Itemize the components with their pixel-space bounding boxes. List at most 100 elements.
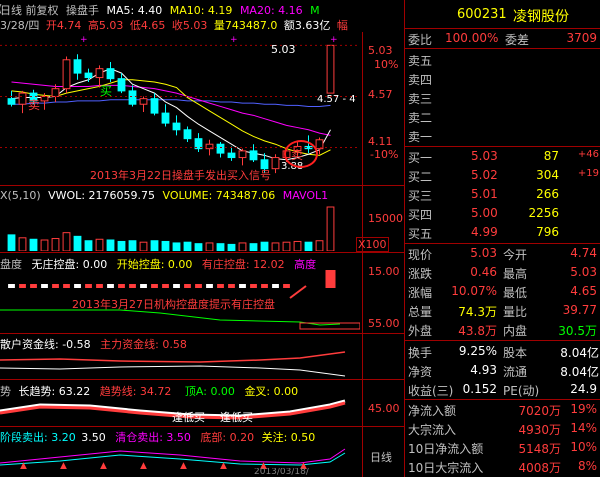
stat-label: 股本	[503, 346, 528, 360]
control-bar	[195, 284, 202, 288]
candle-body	[73, 59, 82, 74]
control-bar	[96, 284, 103, 288]
volume-bar	[139, 241, 148, 251]
control-note: 2013年3月27日机构控盘度提示有庄控盘	[72, 298, 275, 311]
volume-bar	[205, 242, 214, 251]
high-price-label: 5.03	[271, 43, 296, 56]
ask-label: 卖二	[408, 111, 433, 125]
stat-value: 30.5万	[558, 324, 597, 338]
flow-label: 10日大宗流入	[408, 461, 484, 475]
stat-value: 9.25%	[458, 344, 497, 358]
volume-bar	[249, 243, 258, 251]
price-tick-pct-down: -10%	[370, 148, 399, 161]
fund-plot[interactable]	[0, 350, 360, 378]
candle-body	[128, 90, 137, 105]
volume-bar	[161, 240, 170, 251]
stat-value: 10.07%	[451, 284, 497, 298]
ask-label: 卖五	[408, 54, 433, 68]
bid-price: 5.00	[471, 206, 498, 220]
weibi-label: 委比	[408, 33, 433, 47]
volume-bar	[183, 241, 192, 251]
candle-body	[172, 122, 181, 131]
volume-bar	[18, 237, 27, 251]
stat-value: 74.3万	[458, 305, 497, 319]
bid-volume: 796	[536, 225, 559, 239]
stock-title: 600231 凌钢股份	[405, 4, 600, 26]
volume-unit: X100	[356, 237, 389, 252]
ask-row-2[interactable]: 卖二	[405, 107, 600, 126]
ask-row-3[interactable]: 卖三	[405, 88, 600, 107]
stat-label: 净资	[408, 365, 433, 379]
volume-bar	[172, 242, 181, 251]
flow-row: 10日大宗流入 4008万 8%	[405, 457, 600, 476]
stat-label: 收益(三)	[408, 384, 454, 398]
volume-bar	[7, 234, 16, 251]
bid-row-5[interactable]: 买五 4.99 796	[405, 223, 600, 242]
candle-body	[227, 152, 236, 159]
candle-body	[40, 95, 49, 102]
stock-name: 凌钢股份	[513, 9, 569, 25]
ask-row-1[interactable]: 卖一	[405, 126, 600, 145]
control-bar	[129, 284, 136, 288]
weibi-row: 委比 100.00% 委差 3709	[405, 29, 600, 48]
kline-chart-area[interactable]: 日线 前复权 操盘手 MA5: 4.40 MA10: 4.19 MA20: 4.…	[0, 0, 404, 477]
bid-row-4[interactable]: 买四 5.00 2256	[405, 204, 600, 223]
bar-close: 收5.03	[171, 19, 208, 32]
stats2-row: 换手 9.25% 股本 8.04亿	[405, 342, 600, 361]
ask-label: 卖四	[408, 73, 433, 87]
control-bar	[239, 284, 246, 288]
control-box	[299, 322, 360, 330]
quote-divider-2	[405, 48, 600, 49]
ask-row-4[interactable]: 卖四	[405, 69, 600, 88]
stage-curve	[0, 448, 346, 464]
control-bar	[228, 284, 235, 288]
volume-plot[interactable]	[0, 203, 360, 251]
bid-label: 买四	[408, 208, 433, 222]
stat-value: 0.152	[462, 382, 497, 396]
volume-bar	[260, 241, 269, 251]
flow-row: 净流入额 7020万 19%	[405, 400, 600, 419]
control-bar	[107, 284, 114, 288]
stat-label: 今开	[503, 248, 528, 262]
control-bar-peak	[325, 270, 336, 288]
bar-volume: 量743487.0	[213, 19, 278, 32]
stats-row: 外盘 43.8万 内盘 30.5万	[405, 320, 600, 339]
stage-marker: ▲	[220, 461, 227, 469]
retail-fund-curve	[0, 365, 346, 377]
volume-bar	[40, 239, 49, 251]
volume-header: X(5,10) VWOL: 2176059.75 VOLUME: 743487.…	[0, 189, 328, 202]
stat-value: 4.93	[470, 363, 497, 377]
panel-separator-3	[0, 333, 404, 334]
candle-body	[238, 150, 247, 159]
stat-value: 5.03	[470, 246, 497, 260]
bid-volume: 304	[536, 168, 559, 182]
bar-low: 低4.65	[129, 19, 166, 32]
candle-body	[183, 129, 192, 140]
top-marker: +	[230, 35, 238, 45]
ask-row-5[interactable]: 卖五	[405, 50, 600, 69]
stat-label: 量比	[503, 305, 528, 319]
bid-row-2[interactable]: 买二 5.02 304 +19	[405, 166, 600, 185]
control-bar	[151, 284, 158, 288]
volume-bar	[304, 241, 313, 251]
stage-plot[interactable]: ▲ ▲ ▲ ▲ ▲ ▲ ▲ ▲	[0, 443, 360, 469]
candle-body	[161, 112, 170, 124]
top-marker: +	[330, 35, 338, 45]
ma10-value: MA10: 4.19	[169, 4, 233, 17]
bid-label: 买三	[408, 189, 433, 203]
volume-bar	[95, 238, 104, 251]
signal-highlight-circle	[284, 140, 318, 168]
control-axis-1: 15.00	[368, 265, 400, 278]
control-line-green	[0, 309, 341, 326]
flow-label: 10日净流入额	[408, 442, 484, 456]
flow-value: 4930万	[518, 423, 561, 437]
bid-row-1[interactable]: 买一 5.03 87 +46	[405, 147, 600, 166]
price-tick-pct-up: 10%	[374, 58, 399, 71]
indicator-name: 操盘手	[66, 4, 99, 17]
control-bar	[118, 284, 125, 288]
candle-body	[84, 72, 93, 79]
buy-signal-1: 买	[100, 84, 113, 98]
flow-percent: 8%	[577, 459, 597, 473]
bid-row-3[interactable]: 买三 5.01 266	[405, 185, 600, 204]
stage-marker: ▲	[20, 461, 27, 469]
